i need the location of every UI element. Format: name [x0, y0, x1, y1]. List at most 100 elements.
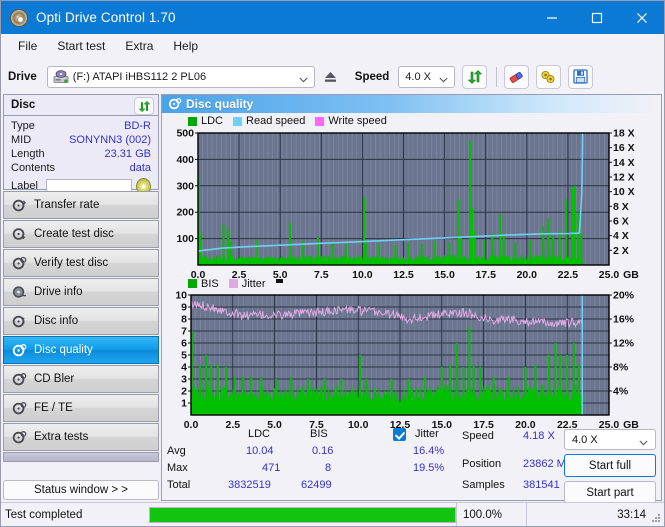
disc-row-value: SONYNN3 (002) — [69, 134, 151, 146]
sidebar: Disc Type BD-R MID SONYNN3 (002) Length … — [3, 94, 159, 501]
title-bar: Opti Drive Control 1.70 — [1, 1, 664, 34]
stat-max-jitter: 19.5% — [413, 462, 445, 474]
y-axis-left-tick: 7 — [181, 325, 187, 337]
stat-row-label-avg: Avg — [167, 445, 186, 457]
sidebar-item-cd-bler[interactable]: CD Bler — [3, 365, 159, 393]
erase-button[interactable] — [504, 64, 530, 89]
disc-verify-icon — [12, 256, 27, 271]
stat-total-ldc: 3832519 — [228, 479, 271, 491]
resize-grip-icon[interactable] — [650, 512, 661, 523]
bis-jitter-plot[interactable]: 1 2 3 4 5 6 7 8 9 10 4% 8% 12% 16% 20% 0.0 2.5 5.0 7.5 10.0… — [162, 289, 661, 435]
legend-swatch-bis — [188, 279, 197, 289]
legend-label-ldc: LDC — [201, 115, 224, 127]
ldc-plot-svg: 100 200 300 400 500 2 X 4 X 6 X 8 X 10 X 12 X 14 X 1… — [176, 128, 639, 282]
y-axis-left-tick: 3 — [181, 373, 187, 385]
y-axis-right-tick: 2 X — [613, 245, 629, 257]
menu-item-file[interactable]: File — [9, 36, 46, 56]
y-axis-right-tick: 8 X — [613, 201, 629, 213]
legend-swatch-jitter — [228, 279, 238, 289]
sidebar-item-label: FE / TE — [34, 402, 73, 414]
start-full-button[interactable]: Start full — [564, 454, 656, 477]
disc-bler-icon — [12, 372, 27, 387]
ldc-chart-legend: LDC Read speed Write speed — [188, 115, 393, 127]
drive-select[interactable]: (F:) ATAPI iHBS112 2 PL06 — [46, 65, 315, 88]
legend-label-write-speed: Write speed — [328, 115, 387, 127]
jitter-checkbox[interactable] — [393, 428, 406, 441]
y-axis-right-tick: 4% — [613, 385, 629, 397]
sidebar-item-transfer-rate[interactable]: Transfer rate — [3, 191, 159, 219]
y-axis-right-tick: 4 X — [613, 230, 629, 242]
jitter-label: Jitter — [415, 428, 439, 440]
legend-swatch-ldc — [188, 116, 197, 126]
disc-quality-icon — [12, 343, 27, 358]
window-title: Opti Drive Control 1.70 — [36, 10, 176, 25]
sidebar-item-extra-tests[interactable]: Extra tests — [3, 423, 159, 451]
disc-row-length: Length 23.31 GB — [4, 147, 158, 161]
menu-bar: File Start test Extra Help — [1, 34, 664, 59]
tools-button[interactable] — [536, 64, 562, 89]
sidebar-item-create-test-disc[interactable]: Create test disc — [3, 220, 159, 248]
speed-label: Speed — [354, 70, 390, 83]
sidebar-item-disc-quality[interactable]: Disc quality — [3, 336, 159, 364]
legend-marker-icon — [275, 278, 283, 283]
close-icon[interactable] — [619, 1, 664, 34]
disc-row-value: 23.31 GB — [104, 148, 151, 160]
stat-max-bis: 8 — [325, 462, 332, 474]
bis-chart-legend: BIS Jitter — [188, 278, 283, 290]
disc-row-mid: MID SONYNN3 (002) — [4, 133, 158, 147]
disc-info-panel: Disc Type BD-R MID SONYNN3 (002) Length … — [3, 94, 159, 195]
stat-avg-bis: 0.16 — [312, 445, 334, 457]
y-axis-right-tick: 12% — [613, 337, 635, 349]
legend-label-bis: BIS — [201, 277, 219, 290]
test-speed-select[interactable]: 4.0 X — [564, 429, 656, 450]
panel-header: Disc quality — [162, 95, 661, 113]
sidebar-item-label: Disc quality — [34, 344, 93, 356]
sidebar-item-fe-te[interactable]: FE / TE — [3, 394, 159, 422]
menu-item-extra[interactable]: Extra — [116, 36, 162, 56]
legend-swatch-write-speed — [315, 116, 325, 126]
y-axis-left-tick: 100 — [176, 233, 194, 245]
sidebar-item-drive-info[interactable]: Drive info — [3, 278, 159, 306]
start-part-button[interactable]: Start part — [564, 481, 656, 504]
disc-quality-panel: Disc quality LDC Read speed Write speed … — [161, 94, 662, 504]
main-body: Disc Type BD-R MID SONYNN3 (002) Length … — [1, 94, 664, 504]
disc-row-contents: Contents data — [4, 161, 158, 175]
legend-label-jitter: Jitter — [241, 277, 266, 290]
speed-select[interactable]: 4.0 X — [398, 65, 456, 88]
stat-row-label-max: Max — [167, 462, 188, 474]
y-axis-right-tick: 16% — [613, 313, 635, 325]
menu-item-start-test[interactable]: Start test — [48, 36, 114, 56]
drive-select-value: (F:) ATAPI iHBS112 2 PL06 — [72, 70, 207, 83]
disc-row-key: MID — [11, 134, 32, 146]
ldc-plot[interactable]: 100 200 300 400 500 2 X 4 X 6 X 8 X 10 X 12 X 14 X 1… — [162, 127, 661, 287]
refresh-button[interactable] — [462, 64, 488, 89]
stat-avg-jitter: 16.4% — [413, 445, 445, 457]
disc-refresh-button[interactable] — [134, 97, 154, 115]
sidebar-item-label: Extra tests — [34, 431, 89, 443]
sidebar-item-disc-info[interactable]: Disc info — [3, 307, 159, 335]
y-axis-left-tick: 300 — [176, 180, 194, 192]
y-axis-right-tick: 20% — [613, 290, 635, 302]
test-speed-value: 4.0 X — [572, 433, 598, 446]
disc-row-key: Length — [11, 148, 45, 160]
sidebar-filler — [3, 452, 159, 462]
stat-value-speed: 4.18 X — [523, 430, 555, 442]
sidebar-item-verify-test-disc[interactable]: Verify test disc — [3, 249, 159, 277]
save-button[interactable] — [568, 64, 594, 89]
status-window-button[interactable]: Status window > > — [3, 480, 159, 500]
maximize-icon[interactable] — [574, 1, 619, 34]
drive-icon — [53, 69, 69, 84]
chevron-down-icon — [299, 74, 308, 82]
eject-button[interactable] — [318, 65, 343, 88]
speed-select-value: 4.0 X — [405, 70, 431, 83]
menu-item-help[interactable]: Help — [164, 36, 207, 56]
minimize-icon[interactable] — [529, 1, 574, 34]
y-axis-left-tick: 400 — [176, 154, 194, 166]
disc-row-value: BD-R — [124, 120, 151, 132]
sidebar-item-label: Verify test disc — [34, 257, 109, 269]
stat-label-speed: Speed — [462, 430, 494, 442]
sidebar-item-label: Create test disc — [34, 228, 114, 240]
disc-extra-icon — [12, 430, 27, 445]
y-axis-right-tick: 16 X — [613, 142, 635, 154]
chevron-down-icon — [439, 74, 448, 82]
